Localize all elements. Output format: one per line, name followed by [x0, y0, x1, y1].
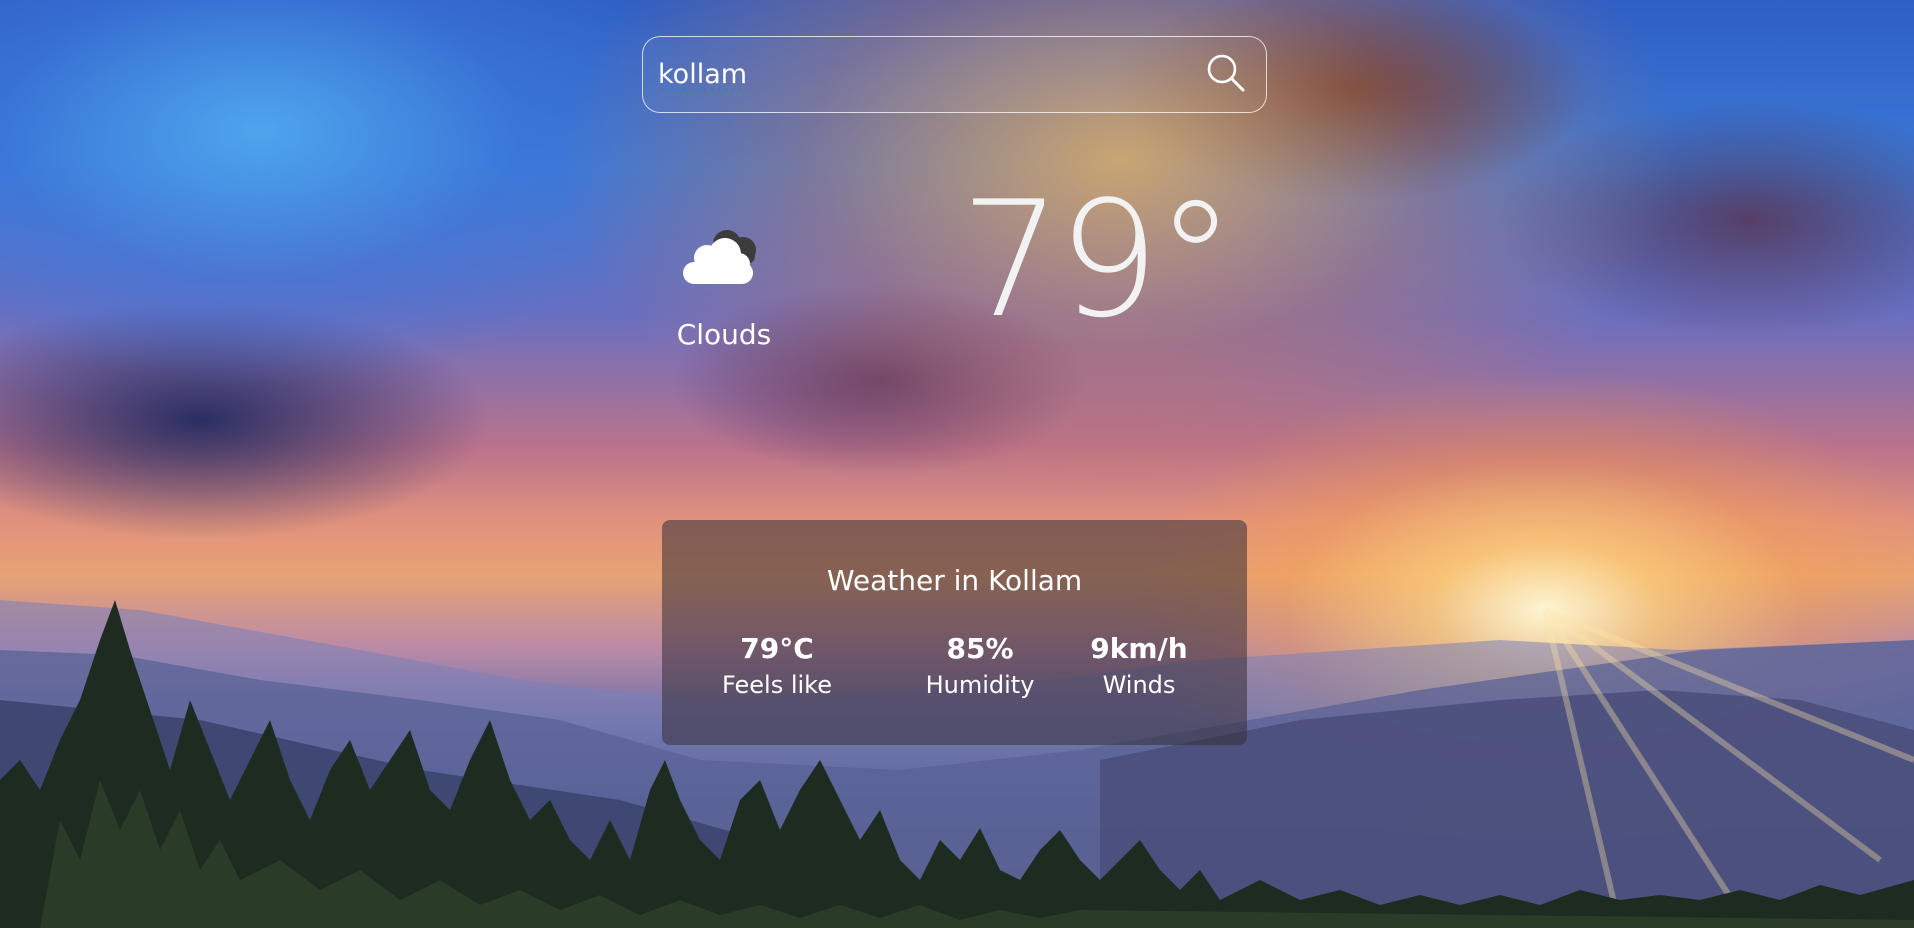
condition-label: Clouds [676, 318, 772, 351]
winds-label: Winds [1102, 671, 1176, 699]
search-icon [1205, 52, 1247, 98]
temperature-value: 79° [960, 166, 1236, 353]
clouds-icon [675, 224, 769, 290]
weather-details-card: Weather in Kollam 79°C Feels like 85% Hu… [662, 520, 1247, 745]
location-title: Weather in Kollam [826, 564, 1083, 597]
search-button[interactable] [1190, 39, 1262, 111]
background-landscape-image [0, 0, 1914, 928]
winds-value: 9km/h [1090, 632, 1188, 665]
humidity-value: 85% [946, 632, 1014, 665]
winds-stat: 9km/h Winds [1049, 632, 1229, 699]
search-bar [642, 36, 1267, 113]
feels-like-value: 79°C [740, 632, 814, 665]
humidity-stat: 85% Humidity [890, 632, 1070, 699]
search-input[interactable] [643, 37, 1190, 112]
feels-like-label: Feels like [722, 671, 832, 699]
feels-like-stat: 79°C Feels like [687, 632, 867, 699]
humidity-label: Humidity [925, 671, 1035, 699]
